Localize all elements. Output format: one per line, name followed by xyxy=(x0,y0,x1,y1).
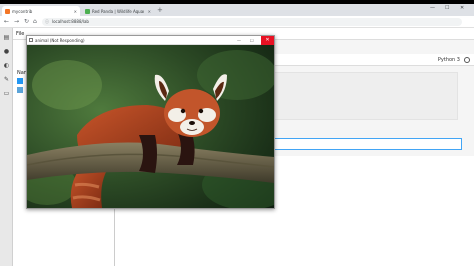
reload-icon[interactable]: ↻ xyxy=(24,18,29,26)
url-text: localhost:8888/lab xyxy=(52,19,89,24)
info-icon: ⓘ xyxy=(45,19,49,24)
maximize-button[interactable]: ☐ xyxy=(445,5,449,11)
folder-icon[interactable]: ▤ xyxy=(3,34,10,41)
red-panda-image xyxy=(27,45,274,208)
home-icon[interactable]: ⌂ xyxy=(33,18,37,26)
browser-window: mycontrib ✕ Red Panda | Wildlife Aquari … xyxy=(0,4,474,266)
tab-label: mycontrib xyxy=(12,8,33,14)
palette-icon[interactable]: ◐ xyxy=(3,62,10,69)
browser-toolbar: ← → ↻ ⌂ ⓘ localhost:8888/lab xyxy=(0,16,474,28)
popup-minimize-button[interactable]: — xyxy=(237,37,241,44)
cell-output xyxy=(266,72,458,120)
app-icon xyxy=(29,38,33,42)
popup-title: animal (Not Responding) xyxy=(35,38,85,43)
red-panda-photo xyxy=(27,45,274,208)
minimize-button[interactable]: — xyxy=(430,5,435,11)
close-window-button[interactable]: ✕ xyxy=(460,5,464,11)
tab-label: Red Panda | Wildlife Aquari | Ro xyxy=(92,8,144,14)
image-file-icon[interactable] xyxy=(17,87,23,93)
kernel-status-icon xyxy=(464,57,470,63)
notebook-file-icon[interactable] xyxy=(17,78,23,84)
file-menu[interactable]: File xyxy=(16,31,24,37)
tab-mycontrib[interactable]: mycontrib ✕ xyxy=(2,6,80,16)
new-tab-button[interactable]: + xyxy=(157,6,163,15)
code-cell-input[interactable] xyxy=(266,138,462,150)
popup-maximize-button[interactable]: ☐ xyxy=(250,37,254,44)
close-tab-icon[interactable]: ✕ xyxy=(148,9,151,14)
tabs-icon[interactable]: ▭ xyxy=(3,90,10,97)
kernel-name[interactable]: Python 3 xyxy=(438,57,460,63)
tab-strip: mycontrib ✕ Red Panda | Wildlife Aquari … xyxy=(0,4,474,16)
tab-red-panda[interactable]: Red Panda | Wildlife Aquari | Ro ✕ xyxy=(82,6,154,16)
popup-close-button[interactable]: ✕ xyxy=(261,36,274,45)
address-bar[interactable]: ⓘ localhost:8888/lab xyxy=(42,18,462,26)
site-favicon-icon xyxy=(85,8,90,14)
jupyter-left-sidebar: ▤ ● ◐ ✎ ▭ xyxy=(0,28,13,266)
back-arrow-icon[interactable]: ← xyxy=(4,18,9,26)
popup-title-bar[interactable]: animal (Not Responding) — ☐ ✕ xyxy=(27,36,274,45)
running-icon[interactable]: ● xyxy=(3,48,10,55)
image-viewer-window[interactable]: animal (Not Responding) — ☐ ✕ xyxy=(26,35,275,209)
jupyter-favicon-icon xyxy=(5,8,10,14)
wrench-icon[interactable]: ✎ xyxy=(3,76,10,83)
forward-arrow-icon[interactable]: → xyxy=(14,18,19,26)
close-tab-icon[interactable]: ✕ xyxy=(74,9,77,14)
